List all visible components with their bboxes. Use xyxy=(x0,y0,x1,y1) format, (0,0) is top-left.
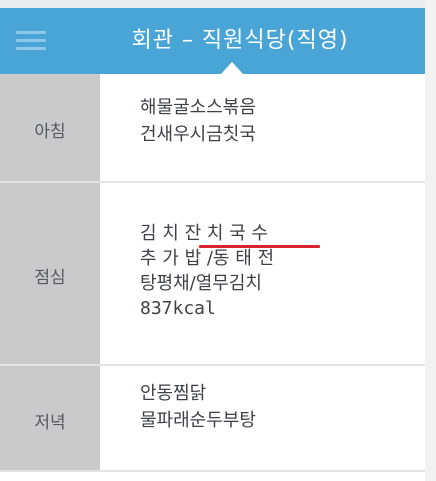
meal-row-dinner: 저녁 안동찜닭 물파래순두부탕 xyxy=(0,366,425,472)
menu-item: 안동찜닭 xyxy=(140,383,207,404)
menu-item: 건새우시금칫국 xyxy=(140,124,256,145)
meal-row-lunch: 점심 김 치 잔 치 국 수 추 가 밥 /동 태 전 탕평채/열무김치 837… xyxy=(0,183,425,366)
meal-label-dinner: 저녁 xyxy=(34,413,66,433)
red-underline-annotation xyxy=(199,245,320,248)
status-strip xyxy=(0,0,425,8)
menu-item: 추 가 밥 /동 태 전 xyxy=(140,248,275,269)
menu-item-highlighted: 김 치 잔 치 국 수 xyxy=(140,223,268,244)
calorie-count: 837kcal xyxy=(140,298,216,319)
page-title: 회관 – 직원식당(직영) xyxy=(131,28,349,53)
menu-screen: 회관 – 직원식당(직영) 아침 해물굴소스볶음 건새우시금칫국 점심 김 치 … xyxy=(0,0,425,481)
app-header: 회관 – 직원식당(직영) xyxy=(0,8,425,74)
meal-label-breakfast: 아침 xyxy=(34,122,66,142)
menu-item: 물파래순두부탕 xyxy=(140,410,256,431)
meal-items-dinner: 안동찜닭 물파래순두부탕 xyxy=(140,380,256,434)
page-edge xyxy=(425,0,436,481)
menu-item: 해물굴소스볶음 xyxy=(140,97,256,118)
meal-items-lunch: 김 치 잔 치 국 수 추 가 밥 /동 태 전 탕평채/열무김치 837kca… xyxy=(140,221,320,321)
meal-row-breakfast: 아침 해물굴소스볶음 건새우시금칫국 xyxy=(0,74,425,183)
meal-label-cell: 저녁 xyxy=(0,366,100,472)
meal-items-breakfast: 해물굴소스볶음 건새우시금칫국 xyxy=(140,94,256,148)
meal-label-cell: 아침 xyxy=(0,74,100,183)
row-divider xyxy=(0,470,425,472)
menu-item: 탕평채/열무김치 xyxy=(140,273,262,294)
meal-label-lunch: 점심 xyxy=(34,268,66,288)
dropdown-caret-icon xyxy=(221,62,243,74)
meal-label-cell: 점심 xyxy=(0,183,100,366)
